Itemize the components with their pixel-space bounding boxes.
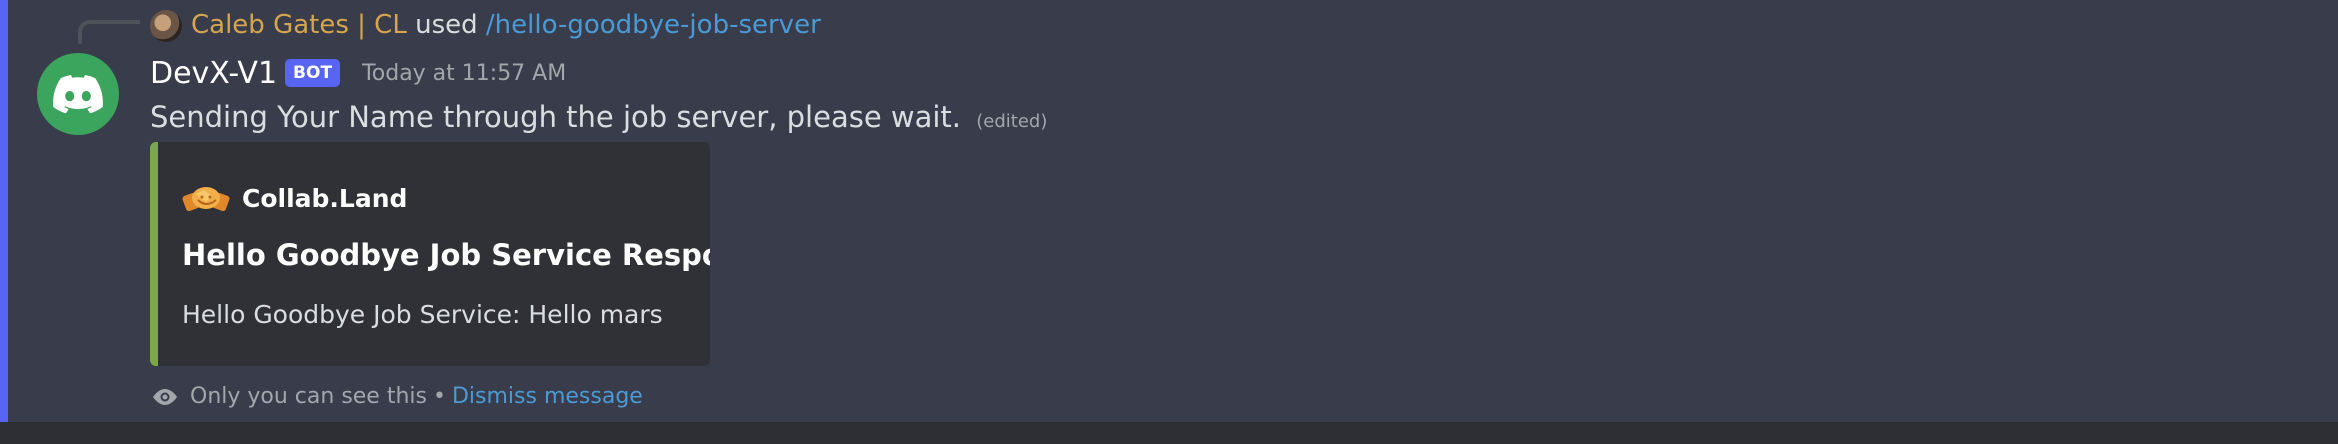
ephemeral-text: Only you can see this [190, 384, 427, 409]
bot-avatar[interactable] [37, 53, 119, 135]
embed-title: Hello Goodbye Job Service Response [182, 238, 710, 272]
message-text: Sending Your Name through the job server… [150, 100, 962, 134]
embed-author-name: Collab.Land [242, 183, 408, 213]
author-name[interactable]: DevX-V1 [150, 56, 277, 91]
embed-color-bar [150, 142, 158, 366]
bot-badge: BOT [285, 59, 341, 87]
embed-author: Collab.Land [182, 180, 407, 216]
reply-avatar[interactable] [150, 10, 182, 42]
highlight-bar [0, 0, 8, 422]
eye-icon [153, 388, 177, 405]
ephemeral-notice: Only you can see this • Dismiss message [150, 384, 643, 409]
embed-description: Hello Goodbye Job Service: Hello mars [182, 300, 663, 329]
reply-username[interactable]: Caleb Gates | CL [191, 10, 407, 40]
reply-connector [78, 20, 140, 44]
reply-reference: Caleb Gates | CL used /hello-goodbye-job… [191, 8, 821, 42]
message-header: DevX-V1 BOT Today at 11:57 AM [150, 51, 566, 95]
edited-label: (edited) [976, 111, 1048, 132]
chat-message: Caleb Gates | CL used /hello-goodbye-job… [0, 0, 2338, 422]
dismiss-message-link[interactable]: Dismiss message [452, 384, 643, 409]
reply-used-text: used [415, 10, 478, 40]
separator-dot: • [432, 384, 446, 409]
handshake-icon [182, 187, 230, 212]
reply-command-link[interactable]: /hello-goodbye-job-server [486, 10, 821, 40]
message-timestamp[interactable]: Today at 11:57 AM [362, 61, 566, 86]
embed-card: Collab.Land Hello Goodbye Job Service Re… [150, 142, 710, 366]
discord-logo-icon [53, 75, 103, 113]
message-content: Sending Your Name through the job server… [150, 97, 1047, 142]
